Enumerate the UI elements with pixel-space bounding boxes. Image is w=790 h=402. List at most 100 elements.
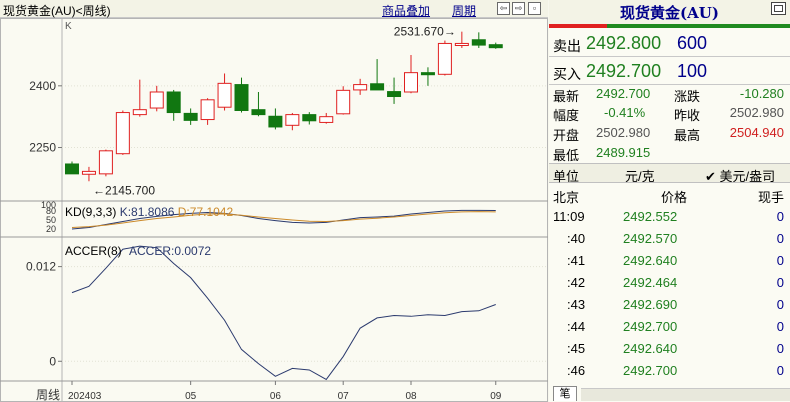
tick-price: 2492.640 bbox=[623, 341, 678, 356]
candle bbox=[251, 91, 266, 117]
candle-body bbox=[302, 114, 317, 122]
candle bbox=[268, 108, 283, 130]
buy-row: 买入 2492.700 100 bbox=[549, 58, 790, 85]
kd-k-value: K:81.8086 bbox=[119, 205, 175, 219]
candle bbox=[336, 86, 351, 115]
open-label: 开盘 bbox=[553, 128, 580, 143]
buy-label: 买入 bbox=[553, 66, 581, 82]
tick-time: :41 bbox=[567, 253, 586, 268]
tick-row: :43 2492.690 0 bbox=[549, 295, 790, 317]
low-annotation: ←2145.700 bbox=[93, 183, 155, 197]
sell-label: 卖出 bbox=[553, 38, 581, 54]
window-toggle-icon[interactable] bbox=[771, 2, 786, 15]
candle-body bbox=[166, 91, 181, 114]
candle-body bbox=[319, 116, 334, 123]
tick-header-volume: 现手 bbox=[757, 190, 784, 205]
candle-body bbox=[183, 112, 198, 121]
candle-body bbox=[268, 115, 283, 128]
quote-panel: 现货黄金(AU) 卖出 2492.800 600 买入 2492.700 100… bbox=[549, 0, 790, 402]
candle-body bbox=[65, 163, 79, 175]
y-tick-label: 2400 bbox=[29, 79, 56, 93]
tick-price: 2492.700 bbox=[623, 319, 678, 334]
kd-d-value: D:77.1042 bbox=[177, 205, 234, 219]
unit-option-checkbox[interactable]: ✔ 美元/盎司 bbox=[705, 166, 775, 185]
tick-header: 北京 价格 现手 bbox=[549, 186, 790, 205]
candle-body bbox=[370, 83, 385, 91]
high-value: 2504.940 bbox=[729, 125, 784, 140]
accer-series-line bbox=[71, 245, 496, 381]
accer-legend: ACCER(8) ACCER:0.0072 bbox=[65, 244, 211, 258]
candle bbox=[200, 98, 215, 125]
candle bbox=[404, 54, 418, 94]
candle bbox=[166, 89, 181, 121]
candle bbox=[285, 112, 300, 131]
tick-price: 2492.464 bbox=[623, 275, 678, 290]
tick-row: :41 2492.640 0 bbox=[549, 251, 790, 273]
candle bbox=[217, 73, 232, 111]
x-tick-label: 202403 bbox=[68, 391, 102, 402]
candle bbox=[149, 85, 164, 112]
buy-price: 2492.700 bbox=[586, 61, 662, 81]
accer-line bbox=[71, 245, 496, 381]
candle-body bbox=[420, 72, 435, 76]
latest-label: 最新 bbox=[553, 89, 580, 104]
quote-scrollbar[interactable] bbox=[581, 388, 790, 401]
y-tick-label: 2250 bbox=[29, 141, 56, 155]
candle bbox=[81, 166, 96, 182]
x-tick-label: 07 bbox=[338, 391, 350, 402]
tab-ticks[interactable]: 笔 bbox=[553, 386, 577, 401]
window-icon[interactable]: ▫ bbox=[528, 2, 541, 15]
candle bbox=[183, 108, 198, 125]
tick-volume: 0 bbox=[776, 209, 784, 224]
tick-time: :42 bbox=[567, 275, 586, 290]
range-value: -0.41% bbox=[604, 105, 646, 120]
tick-row: :42 2492.464 0 bbox=[549, 273, 790, 295]
prev-close-label: 昨收 bbox=[674, 108, 701, 123]
sell-row: 卖出 2492.800 600 bbox=[549, 30, 790, 57]
scroll-right-icon[interactable]: ⇨ bbox=[512, 2, 525, 15]
candle-body bbox=[437, 42, 452, 75]
kd-legend: KD(9,3,3) K:81.8086 D:77.1042 bbox=[65, 205, 233, 219]
latest-value: 2492.700 bbox=[596, 86, 651, 101]
candle bbox=[471, 32, 486, 48]
candle bbox=[353, 78, 368, 95]
chart-panel: 现货黄金(AU)<周线) 商品叠加 周期 ⇦ ⇨ ▫ K 2250 2400 253… bbox=[0, 0, 548, 402]
candle bbox=[115, 110, 130, 155]
candle-body bbox=[149, 91, 164, 109]
tick-header-price: 价格 bbox=[661, 190, 688, 205]
combine-link[interactable]: 商品叠加 bbox=[382, 2, 430, 19]
candle bbox=[319, 112, 334, 124]
unit-value[interactable]: 元/克 bbox=[625, 166, 655, 185]
low-label: 最低 bbox=[553, 148, 580, 163]
candle-body bbox=[404, 72, 418, 93]
low-value: 2489.915 bbox=[596, 145, 651, 160]
candle-body bbox=[200, 99, 215, 121]
tick-price: 2492.570 bbox=[623, 231, 678, 246]
x-tick-label: 08 bbox=[405, 391, 417, 402]
range-label: 幅度 bbox=[553, 108, 580, 123]
candle-body bbox=[336, 89, 351, 115]
candle-body bbox=[488, 44, 503, 49]
kd-label: KD(9,3,3) bbox=[65, 205, 117, 219]
tick-volume: 0 bbox=[776, 341, 784, 356]
kd-y-tick-label: 20 bbox=[46, 224, 56, 234]
candle bbox=[65, 161, 79, 175]
tick-volume: 0 bbox=[776, 253, 784, 268]
chart-toolbar: 现货黄金(AU)<周线) 商品叠加 周期 ⇦ ⇨ ▫ bbox=[0, 0, 548, 18]
scroll-left-icon[interactable]: ⇦ bbox=[497, 2, 510, 15]
tick-time: :40 bbox=[567, 231, 586, 246]
buy-ratio-bar bbox=[607, 24, 790, 28]
tick-price: 2492.700 bbox=[623, 363, 678, 378]
tick-row: :44 2492.700 0 bbox=[549, 317, 790, 339]
candle-body bbox=[234, 84, 249, 111]
candle bbox=[420, 67, 435, 86]
accer-label: ACCER(8) bbox=[65, 244, 122, 258]
quote-title-bar: 现货黄金(AU) bbox=[549, 0, 790, 25]
sell-price: 2492.800 bbox=[586, 33, 662, 53]
accer-value: ACCER:0.0072 bbox=[129, 244, 212, 258]
high-label: 最高 bbox=[674, 128, 701, 143]
period-link[interactable]: 周期 bbox=[452, 2, 476, 19]
x-tick-label: 05 bbox=[185, 391, 197, 402]
high-annotation: 2531.670→ bbox=[394, 25, 456, 39]
quote-title: 现货黄金(AU) bbox=[620, 4, 719, 22]
